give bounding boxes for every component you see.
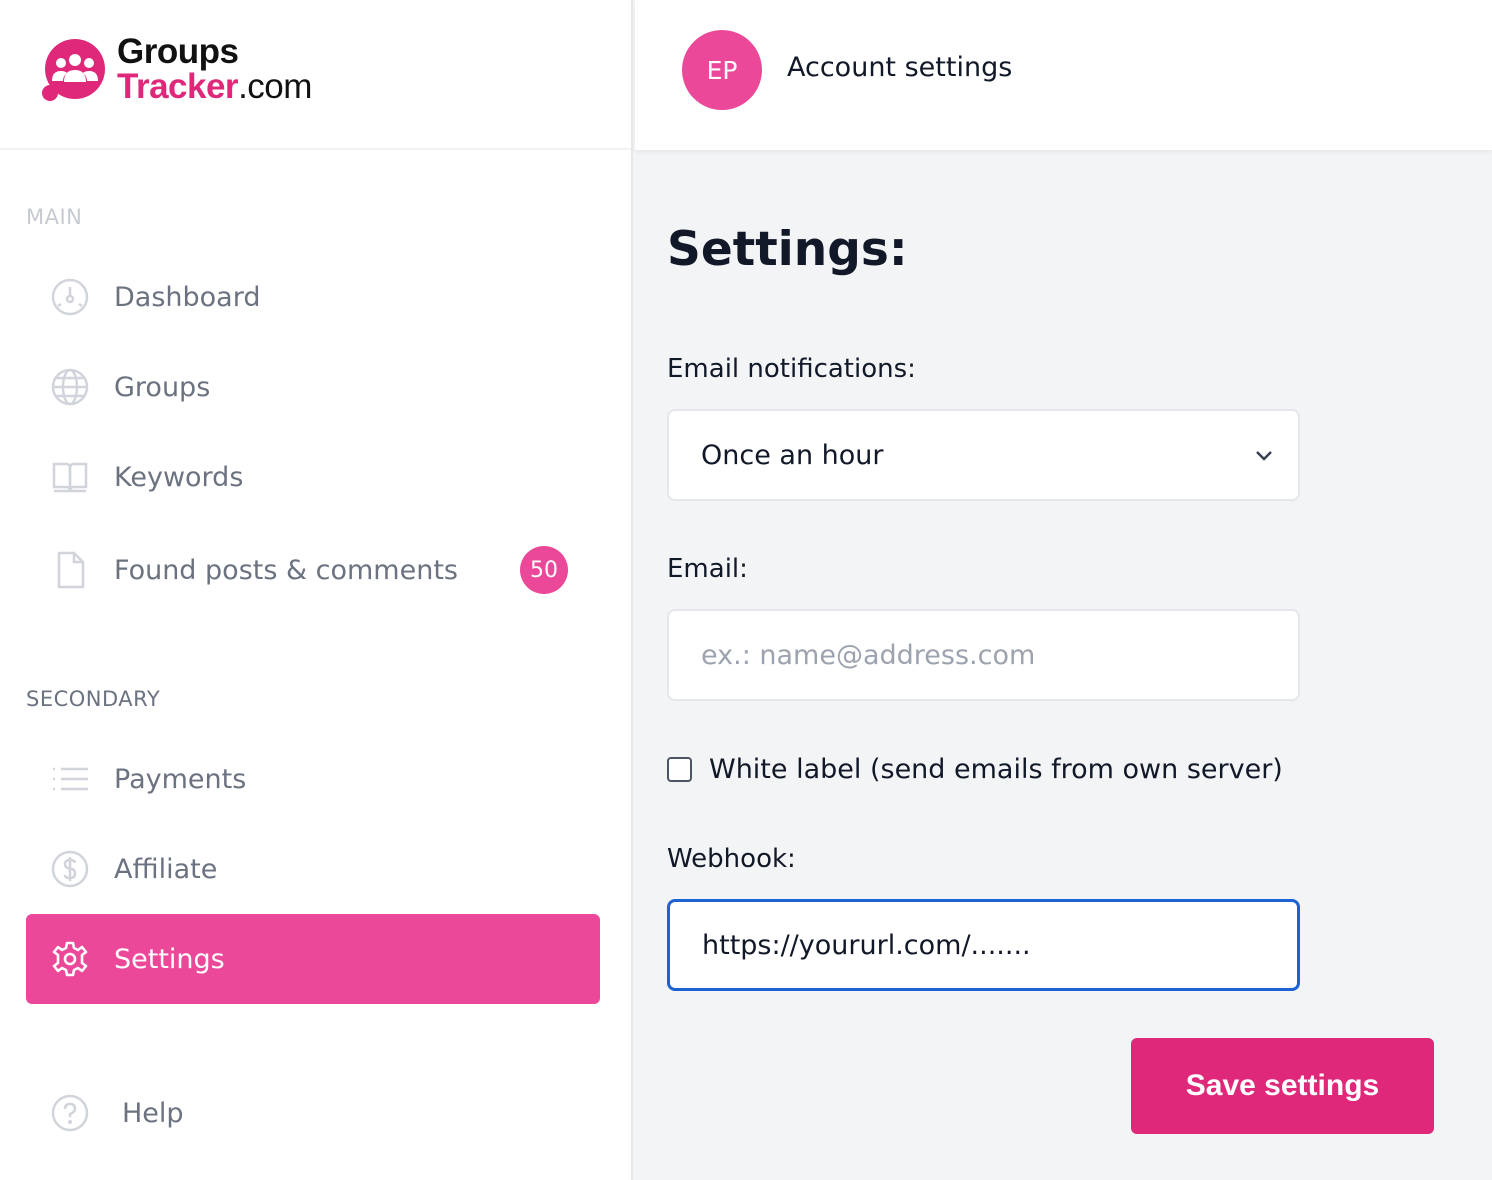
sidebar-item-label: Settings <box>114 943 225 975</box>
webhook-label: Webhook: <box>667 844 796 874</box>
logo-line2: Tracker.com <box>117 69 312 104</box>
white-label-row: White label (send emails from own server… <box>667 754 1283 785</box>
sidebar-item-affiliate[interactable]: Affiliate <box>26 824 600 914</box>
logo-line1: Groups <box>117 32 239 71</box>
page-title: Settings: <box>667 222 908 277</box>
logo-text: Groups Tracker.com <box>117 34 312 104</box>
email-label: Email: <box>667 554 748 584</box>
chevron-down-icon <box>1256 451 1272 461</box>
sidebar-item-payments[interactable]: Payments <box>26 734 600 824</box>
header-title: Account settings <box>787 52 1013 83</box>
sidebar: Groups Tracker.com MAIN Dashboard Groups… <box>0 0 633 1180</box>
sidebar-item-label: Found posts & comments <box>114 554 458 586</box>
document-icon <box>50 550 90 590</box>
webhook-field[interactable]: https://yoururl.com/....... <box>667 899 1300 991</box>
sidebar-item-keywords[interactable]: Keywords <box>26 432 600 522</box>
sidebar-item-label: Dashboard <box>114 281 261 313</box>
help-icon <box>50 1093 90 1133</box>
email-notifications-label: Email notifications: <box>667 354 916 384</box>
book-icon <box>50 457 90 497</box>
section-label-main: MAIN <box>26 205 83 229</box>
globe-icon <box>50 367 90 407</box>
email-placeholder: ex.: name@address.com <box>701 639 1036 671</box>
gear-icon <box>50 939 90 979</box>
sidebar-item-label: Help <box>122 1097 184 1129</box>
sidebar-item-settings[interactable]: Settings <box>26 914 600 1004</box>
sidebar-item-label: Payments <box>114 763 247 795</box>
email-notifications-value: Once an hour <box>701 439 884 471</box>
top-bar: EP Account settings <box>635 0 1492 150</box>
dashboard-icon <box>50 277 90 317</box>
avatar[interactable]: EP <box>682 30 762 110</box>
sidebar-item-label: Groups <box>114 371 211 403</box>
webhook-value: https://yoururl.com/....... <box>702 929 1031 961</box>
email-field[interactable]: ex.: name@address.com <box>667 609 1300 701</box>
section-label-secondary: SECONDARY <box>26 687 161 711</box>
save-settings-button[interactable]: Save settings <box>1131 1038 1434 1134</box>
sidebar-item-label: Keywords <box>114 461 244 493</box>
posts-count-badge: 50 <box>520 546 568 594</box>
sidebar-item-help[interactable]: Help <box>26 1068 600 1158</box>
white-label-checkbox[interactable] <box>667 757 692 782</box>
white-label-label[interactable]: White label (send emails from own server… <box>709 754 1283 785</box>
groups-logo-icon <box>42 39 105 101</box>
sidebar-item-dashboard[interactable]: Dashboard <box>26 252 600 342</box>
sidebar-item-label: Affiliate <box>114 853 218 885</box>
dollar-icon <box>50 849 90 889</box>
email-notifications-select[interactable]: Once an hour <box>667 409 1300 501</box>
sidebar-item-groups[interactable]: Groups <box>26 342 600 432</box>
sidebar-item-found-posts[interactable]: Found posts & comments 50 <box>26 525 600 615</box>
logo-suffix: .com <box>238 67 312 106</box>
logo[interactable]: Groups Tracker.com <box>0 0 631 150</box>
logo-brand: Tracker <box>117 67 239 106</box>
list-icon <box>50 759 90 799</box>
